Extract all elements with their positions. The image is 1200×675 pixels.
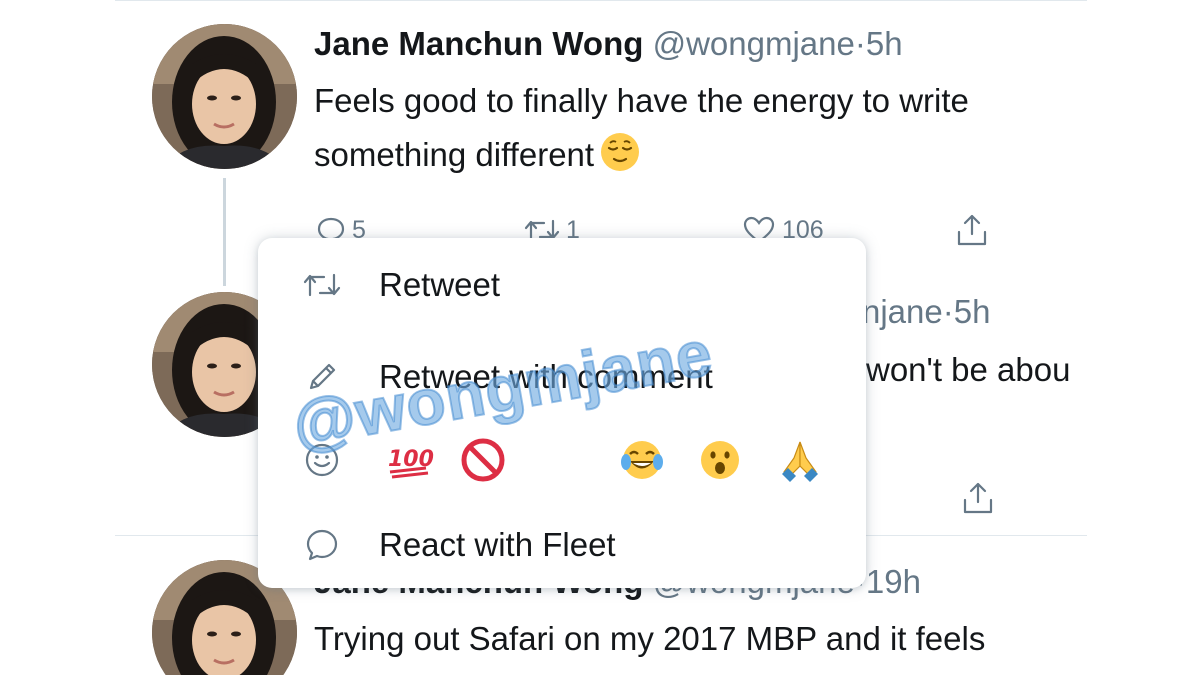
share-icon <box>954 212 990 248</box>
menu-item-retweet-with-comment[interactable]: Retweet with comment <box>258 342 866 412</box>
menu-item-label: React with Fleet <box>379 526 616 563</box>
hundred-points-icon[interactable]: 100 <box>386 436 434 484</box>
menu-item-label: Retweet <box>379 266 501 303</box>
surprised-face-icon[interactable] <box>696 436 744 484</box>
tweet-text: Trying out Safari on my 2017 MBP and it … <box>314 612 1094 666</box>
tweet-header: njane·5h <box>862 292 990 332</box>
timeline: Jane Manchun Wong @wongmjane·5h Feels go… <box>0 0 1200 675</box>
timestamp[interactable]: 5h <box>954 293 991 330</box>
separator-dot: · <box>854 25 866 62</box>
share-button[interactable] <box>954 208 990 252</box>
tweet-text-line-2: something different <box>314 136 595 173</box>
avatar[interactable] <box>152 24 297 169</box>
tweet-text: Feels good to finally have the energy to… <box>314 74 1094 188</box>
timestamp[interactable]: 5h <box>866 25 903 62</box>
tweet-text-line: won't be abou <box>866 351 1071 388</box>
author-name[interactable]: Jane Manchun Wong <box>314 25 643 62</box>
tweet-text-line-1: Feels good to finally have the energy to… <box>314 82 969 119</box>
retweet-menu: Retweet Retweet with comment 100 React w… <box>258 238 866 588</box>
thread-connector-line <box>223 178 226 286</box>
separator-dot: · <box>942 293 954 330</box>
relieved-face-icon <box>600 132 640 188</box>
menu-item-retweet[interactable]: Retweet <box>258 250 866 320</box>
menu-item-label: Retweet with comment <box>379 358 713 395</box>
tweet-text: won't be abou <box>866 343 1088 397</box>
tweet-text-line-2-wrap: something different <box>314 128 1094 188</box>
share-icon <box>960 480 996 516</box>
author-handle[interactable]: @wongmjane <box>653 25 855 62</box>
timestamp[interactable]: 19h <box>866 563 921 600</box>
folded-hands-icon[interactable] <box>776 436 824 484</box>
author-handle[interactable]: njane <box>862 293 943 330</box>
tweet-text-line: Trying out Safari on my 2017 MBP and it … <box>314 620 986 657</box>
top-divider <box>115 0 1087 1</box>
pencil-icon <box>302 357 342 397</box>
tears-of-joy-icon[interactable] <box>618 436 666 484</box>
prohibited-icon[interactable] <box>459 436 507 484</box>
tweet-header: Jane Manchun Wong @wongmjane·5h <box>314 24 903 64</box>
reaction-row: 100 <box>258 428 866 492</box>
share-button[interactable] <box>954 476 996 520</box>
retweet-icon <box>302 265 342 305</box>
smiley-icon <box>302 440 342 480</box>
speech-bubble-icon <box>302 525 342 565</box>
menu-item-react-with-fleet[interactable]: React with Fleet <box>258 510 866 580</box>
